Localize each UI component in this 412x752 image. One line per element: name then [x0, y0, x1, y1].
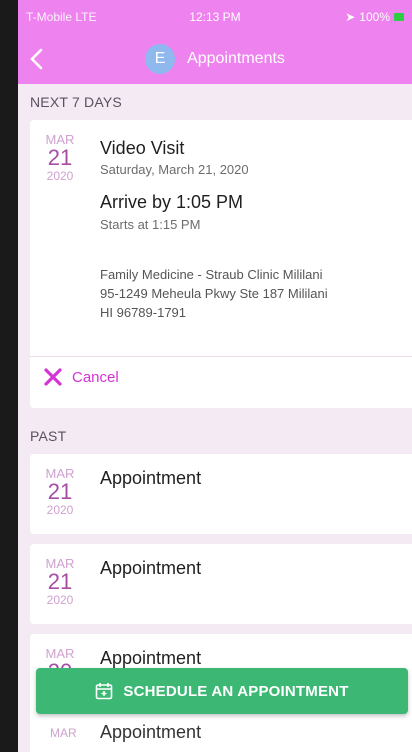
date-year: 2020: [46, 503, 74, 517]
appointment-date: Saturday, March 21, 2020: [100, 162, 249, 177]
date-day: 21: [47, 479, 73, 504]
date-badge: MAR 21 2020: [38, 466, 82, 517]
nav-title-group: E Appointments: [18, 34, 412, 84]
appointment-title: Appointment: [100, 558, 202, 578]
app-screen: T-Mobile LTE 12:13 PM ➤ 100% E Appointme…: [18, 0, 412, 752]
date-badge: MAR 21 2020: [38, 556, 82, 607]
date-day: 21: [47, 569, 73, 594]
clinic-address: Family Medicine - Straub Clinic Mililani…: [100, 265, 406, 322]
status-bar: T-Mobile LTE 12:13 PM ➤ 100%: [18, 0, 412, 34]
cancel-button[interactable]: Cancel: [44, 368, 119, 386]
appointment-card-past[interactable]: MAR 21 2020 Appointment: [30, 454, 412, 534]
appointment-details: Appointment: [100, 468, 201, 489]
back-button[interactable]: [18, 34, 54, 84]
appointment-card-upcoming[interactable]: MAR 21 2020 Video Visit Saturday, March …: [30, 120, 412, 408]
appointment-title: Appointment: [100, 648, 202, 668]
date-month: MAR: [50, 726, 77, 740]
appointment-title: Appointment: [100, 722, 202, 742]
schedule-label: SCHEDULE AN APPOINTMENT: [123, 682, 349, 700]
nav-bar: E Appointments: [18, 34, 412, 84]
close-icon: [44, 368, 62, 386]
cancel-label: Cancel: [72, 368, 119, 386]
address-line: Family Medicine - Straub Clinic Mililani: [100, 267, 323, 282]
appointment-card-past[interactable]: MAR 21 2020 Appointment: [30, 544, 412, 624]
divider: [30, 356, 412, 357]
date-badge: MAR 21 2020: [38, 132, 82, 183]
appointment-details: Appointment: [100, 648, 201, 669]
section-header-past: PAST: [18, 418, 412, 454]
avatar[interactable]: E: [145, 44, 176, 74]
appointment-title: Appointment: [100, 468, 202, 488]
appointment-details: Video Visit Saturday, March 21, 2020 Arr…: [100, 138, 406, 322]
appointment-details: Appointment: [100, 558, 201, 579]
address-line: 95-1249 Meheula Pkwy Ste 187 Mililani: [100, 286, 328, 301]
schedule-appointment-button[interactable]: SCHEDULE AN APPOINTMENT: [36, 668, 408, 714]
appointment-title: Video Visit: [100, 138, 185, 158]
address-line: HI 96789-1791: [100, 305, 187, 320]
clock: 12:13 PM: [189, 10, 241, 24]
arrive-time: Arrive by 1:05 PM: [100, 192, 244, 212]
section-header-next: NEXT 7 DAYS: [18, 84, 412, 120]
chevron-left-icon: [30, 48, 43, 70]
date-year: 2020: [46, 593, 74, 607]
start-time: Starts at 1:15 PM: [100, 217, 201, 232]
calendar-add-icon: [96, 683, 113, 700]
page-title: Appointments: [187, 50, 285, 67]
appointment-card-past[interactable]: MAR Appointment: [30, 712, 412, 752]
date-year: 2020: [46, 169, 74, 183]
date-day: 21: [47, 145, 73, 170]
